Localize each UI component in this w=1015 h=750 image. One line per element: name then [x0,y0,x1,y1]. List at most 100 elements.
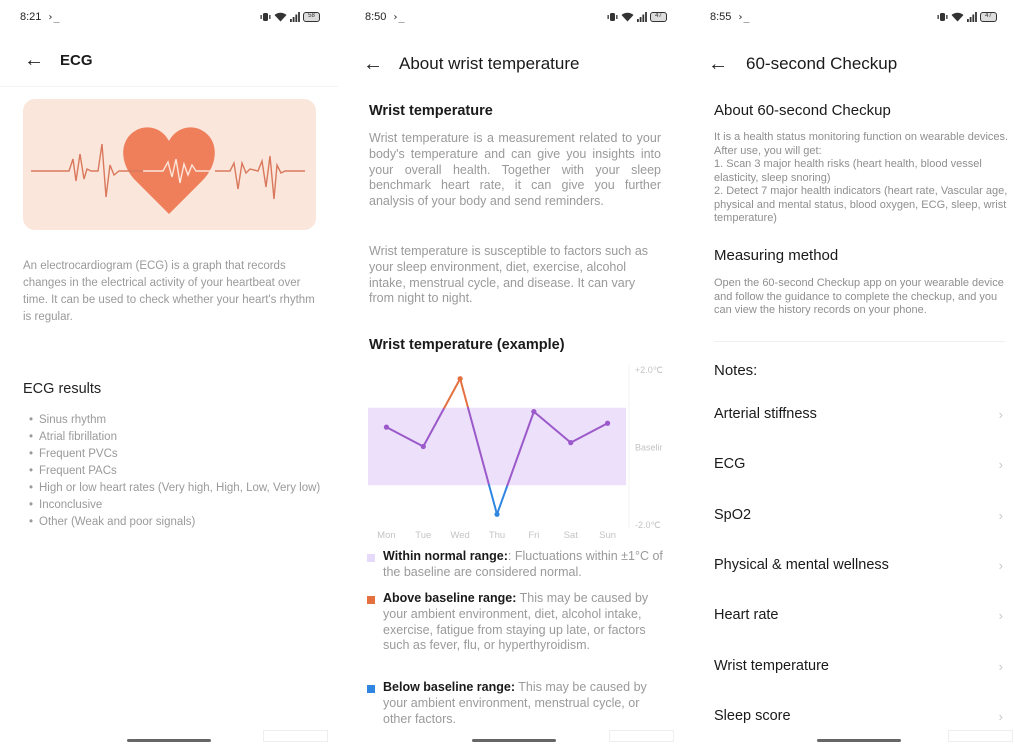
battery-icon: 47 [980,12,997,22]
battery-icon: 58 [303,12,320,22]
home-indicator[interactable] [817,739,901,742]
heart-ecg-illustration [31,127,305,214]
header-divider [0,86,338,87]
data-point [494,511,500,517]
chevron-right-icon: › [998,557,1003,573]
list-item: • Frequent PVCs [28,448,118,460]
list-item: • High or low heart rates (Very high, Hig… [28,482,321,494]
x-tick-label: Sat [564,530,579,541]
about-text: It is a health status monitoring functio… [714,131,1009,226]
signal-icon [637,12,647,22]
section-divider [714,341,1005,342]
header: ← ECG [0,50,338,70]
wifi-icon [951,12,964,22]
ecg-screen: 8:21 ›_ 58 ← ECG An electrocardiogram (E… [0,0,338,750]
status-time: 8:21 [20,11,42,23]
y-tick-label: Baselir [635,443,663,453]
x-tick-label: Wed [450,530,469,541]
about-heading: About 60-second Checkup [714,102,891,119]
data-point [420,443,426,450]
chevron-right-icon: › [998,607,1003,623]
legend-item-above: Above baseline range: This may be caused… [367,591,667,654]
chevron-right-icon: › [998,708,1003,724]
x-tick-label: Fri [528,530,539,541]
status-bar: 8:55 ›_ 47 [710,9,997,25]
chart-svg: +2.0℃ Baselir -2.0℃ Mon Tue Wed Thu Fri Sat Sun [368,365,663,541]
x-tick-label: Tue [415,530,431,541]
ecg-line-right [215,155,305,200]
checkup-screen: 8:55 ›_ 47 ← 60-second Checkup About 60-… [690,0,1015,750]
terminal-icon: ›_ [392,11,405,23]
notes-heading: Notes: [714,362,758,379]
section-title: Wrist temperature [369,103,493,119]
about-line: It is a health status monitoring functio… [714,131,1009,157]
data-point [457,376,463,382]
about-line: 2. Detect 7 major health indicators (hea… [714,185,1008,224]
home-indicator[interactable] [472,739,556,742]
data-point [604,420,611,426]
page-title: 60-second Checkup [746,54,898,73]
measuring-method-heading: Measuring method [714,247,839,264]
legend-item-below: Below baseline range: This may be caused… [367,680,667,727]
chevron-right-icon: › [998,456,1003,472]
status-bar: 8:50 ›_ 47 [365,9,667,25]
measuring-method-text: Open the 60-second Checkup app on your w… [714,277,1004,316]
series-line-segment [496,484,509,516]
x-tick-label: Sun [599,530,616,541]
back-arrow-icon[interactable]: ← [363,54,383,74]
terminal-icon: ›_ [737,11,750,23]
chevron-right-icon: › [998,658,1003,674]
x-tick-label: Mon [377,530,395,541]
page-title: About wrist temperature [399,54,580,73]
vibrate-icon [260,13,271,21]
wifi-icon [274,12,287,22]
normal-range-band [368,407,626,486]
ecg-illustration-card [23,99,316,230]
ecg-results-list: • Sinus rhythm • Atrial fibrillation • Freq… [23,412,323,531]
ecg-description: An electrocardiogram (ECG) is a graph th… [23,260,315,323]
list-item: • Sinus rhythm [28,414,107,426]
wifi-icon [621,12,634,22]
list-item: • Atrial fibrillation [28,431,117,443]
note-item-arterial-stiffness[interactable]: Arterial stiffness › [714,399,1003,429]
legend-swatch-above [367,596,375,604]
note-item-ecg[interactable]: ECG › [714,449,1003,479]
data-point [531,409,537,415]
series-line-segment [488,484,498,516]
list-item: • Other (Weak and poor signals) [28,516,196,528]
status-time: 8:50 [365,11,387,23]
watermark [948,730,1013,742]
vibrate-icon [607,13,618,21]
list-item: • Frequent PACs [28,465,117,477]
note-item-sleep-score[interactable]: Sleep score › [714,701,1003,731]
back-arrow-icon[interactable]: ← [24,50,44,70]
note-item-spo2[interactable]: SpO2 › [714,500,1003,530]
legend-item-normal: Within normal range:: Fluctuations withi… [367,549,667,581]
battery-icon: 47 [650,12,667,22]
list-item: • Inconclusive [28,499,103,511]
terminal-icon: ›_ [47,11,60,23]
factors-paragraph: Wrist temperature is susceptible to fact… [369,244,649,306]
chart-title: Wrist temperature (example) [369,337,565,353]
legend-swatch-below [367,685,375,693]
note-item-heart-rate[interactable]: Heart rate › [714,600,1003,630]
status-time: 8:55 [710,11,732,23]
chevron-right-icon: › [998,507,1003,523]
home-indicator[interactable] [127,739,211,742]
intro-paragraph: Wrist temperature is a measurement relat… [369,131,661,209]
about-line: 1. Scan 3 major health risks (heart heal… [714,158,982,184]
chevron-right-icon: › [998,406,1003,422]
note-item-wrist-temperature[interactable]: Wrist temperature › [714,651,1003,681]
ecg-results-heading: ECG results [23,381,102,397]
legend-swatch-normal [367,554,375,562]
y-tick-label: -2.0℃ [635,520,661,530]
y-tick-label: +2.0℃ [635,365,663,375]
data-point [383,424,390,430]
series-line-segment [443,377,462,409]
back-arrow-icon[interactable]: ← [708,54,728,74]
note-item-physical-mental-wellness[interactable]: Physical & mental wellness › [714,550,1003,580]
signal-icon [967,12,977,22]
data-point [568,440,574,446]
signal-icon [290,12,300,22]
watermark [609,730,674,742]
